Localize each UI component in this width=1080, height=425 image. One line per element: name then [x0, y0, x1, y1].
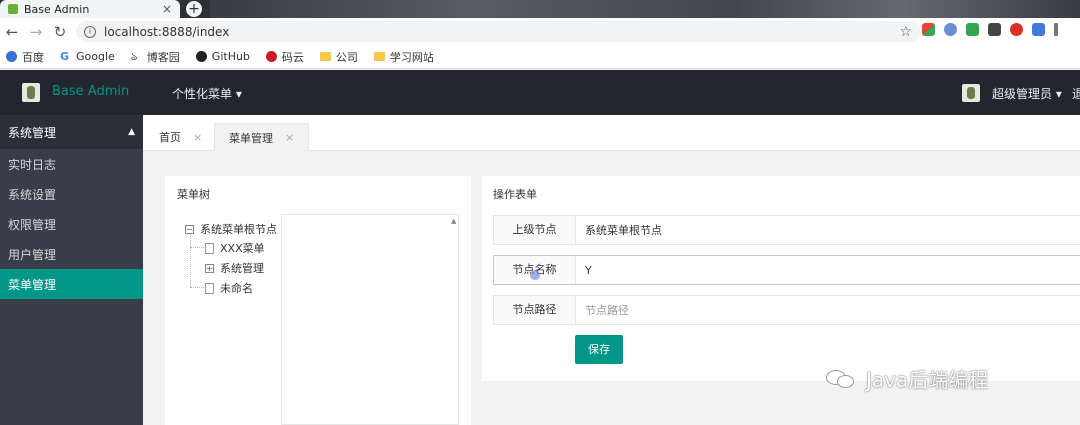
form-row-parent-node: 上级节点 — [493, 215, 1080, 245]
tree-node-root[interactable]: − 系统菜单根节点 — [185, 221, 277, 237]
bookmark-baidu[interactable]: 百度 — [6, 49, 44, 65]
close-icon[interactable]: × — [193, 131, 202, 144]
opera-icon[interactable] — [1010, 23, 1023, 36]
close-icon[interactable]: × — [285, 131, 294, 144]
scroll-up-icon[interactable]: ▲ — [451, 217, 456, 225]
url-text[interactable]: localhost:8888/index — [104, 25, 899, 39]
user-menu-dropdown[interactable]: 超级管理员 ▾ — [992, 85, 1062, 102]
bookmarks-bar: 百度 G Google ঌ 博客园 GitHub 码云 公司 学习网站 — [0, 45, 1080, 69]
node-path-label: 节点路径 — [494, 296, 576, 324]
address-bar[interactable]: i localhost:8888/index ☆ — [76, 21, 920, 42]
tab-home[interactable]: 首页 × — [145, 123, 216, 151]
bookmark-cnblogs[interactable]: ঌ 博客园 — [131, 49, 180, 65]
folder-icon — [319, 52, 331, 61]
tree-node-label[interactable]: 系统管理 — [220, 260, 264, 276]
extension-globe-icon[interactable] — [944, 23, 957, 36]
tab-home-label: 首页 — [159, 131, 181, 144]
save-button[interactable]: 保存 — [575, 335, 623, 364]
menu-tree-title: 菜单树 — [177, 188, 210, 201]
google-icon: G — [60, 50, 70, 63]
tree-node-label[interactable]: XXX菜单 — [220, 240, 265, 256]
form-row-node-name: 节点名称 — [493, 255, 1080, 285]
tabstrip-background — [210, 0, 1080, 18]
parent-node-field[interactable] — [585, 216, 1075, 244]
bookmark-star-icon[interactable]: ☆ — [899, 24, 912, 40]
tree-node-xxx[interactable]: XXX菜单 — [205, 240, 265, 256]
sidebar-item-menus[interactable]: 菜单管理 — [0, 269, 143, 299]
collapse-arrow-icon: ▲ — [128, 127, 135, 137]
bookmark-gitee[interactable]: 码云 — [265, 49, 304, 65]
extension-icons — [922, 23, 1058, 36]
bookmark-google[interactable]: G Google — [60, 50, 115, 63]
document-icon — [205, 282, 214, 294]
tree-node-unnamed[interactable]: 未命名 — [205, 280, 253, 296]
bookmark-folder-study[interactable]: 学习网站 — [373, 49, 434, 65]
browser-tab-title: Base Admin — [24, 2, 90, 16]
wechat-icon — [826, 368, 858, 390]
extension-multicolor-icon[interactable] — [922, 23, 935, 36]
new-tab-button[interactable]: + — [186, 1, 202, 17]
sidebar-group-label: 系统管理 — [8, 125, 57, 140]
reload-icon[interactable]: ↻ — [48, 23, 72, 41]
document-icon — [205, 242, 214, 254]
form-row-node-path: 节点路径 — [493, 295, 1080, 325]
bookmark-github[interactable]: GitHub — [195, 50, 250, 63]
tree-node-label[interactable]: 系统菜单根节点 — [200, 221, 277, 237]
extension-star-icon[interactable] — [1032, 23, 1045, 36]
tab-menu-label: 菜单管理 — [229, 131, 273, 145]
node-path-field[interactable] — [585, 296, 1075, 324]
app-title[interactable]: Base Admin — [52, 84, 129, 99]
extension-shield-icon[interactable] — [966, 23, 979, 36]
tree-connector — [190, 287, 204, 288]
logo-icon — [22, 83, 40, 102]
sidebar-item-users[interactable]: 用户管理 — [0, 239, 143, 269]
gitee-icon — [265, 51, 277, 62]
sidebar-item-permissions[interactable]: 权限管理 — [0, 209, 143, 239]
browser-tab[interactable]: Base Admin × — [0, 0, 180, 18]
forward-icon[interactable]: → — [24, 23, 48, 41]
tree-node-label[interactable]: 未命名 — [220, 280, 253, 296]
watermark-text: Java后端编程 — [866, 368, 989, 392]
browser-tabstrip: Base Admin × + — [0, 0, 1080, 18]
close-tab-icon[interactable]: × — [162, 2, 172, 16]
custom-menu-dropdown[interactable]: 个性化菜单 ▾ — [172, 85, 242, 102]
back-icon[interactable]: ← — [0, 23, 24, 41]
parent-node-label: 上级节点 — [494, 216, 576, 244]
tree-connector — [190, 233, 191, 287]
user-avatar[interactable] — [962, 84, 980, 102]
browser-menu-icon[interactable] — [1054, 23, 1058, 36]
github-icon — [195, 51, 207, 62]
sidebar: 系统管理 ▲ 实时日志 系统设置 权限管理 用户管理 菜单管理 — [0, 115, 143, 425]
folder-icon — [373, 52, 385, 61]
extension-grid-icon[interactable] — [988, 23, 1001, 36]
baidu-icon — [6, 51, 17, 62]
cnblogs-icon: ঌ — [130, 50, 138, 63]
collapse-toggle-icon[interactable]: − — [185, 224, 194, 234]
menu-tree-scroll-area[interactable] — [281, 214, 459, 425]
sidebar-group-system[interactable]: 系统管理 ▲ — [0, 115, 143, 149]
watermark: Java后端编程 — [826, 364, 988, 393]
tree-node-system[interactable]: + 系统管理 — [205, 260, 264, 276]
browser-toolbar: ← → ↻ i localhost:8888/index ☆ — [0, 18, 1080, 45]
page-tabs-bar: 首页 × 菜单管理 × — [143, 115, 1080, 151]
site-info-icon[interactable]: i — [84, 25, 96, 38]
leaf-favicon-icon — [8, 4, 18, 14]
sidebar-item-system-settings[interactable]: 系统设置 — [0, 179, 143, 209]
mouse-cursor-icon — [530, 270, 540, 280]
operation-form-title: 操作表单 — [493, 188, 537, 201]
expand-toggle-icon[interactable]: + — [205, 263, 214, 273]
sidebar-item-realtime-log[interactable]: 实时日志 — [0, 149, 143, 179]
bookmark-folder-company[interactable]: 公司 — [319, 49, 358, 65]
node-name-field[interactable] — [585, 256, 1075, 284]
tab-menu-management[interactable]: 菜单管理 × — [214, 123, 310, 151]
tree-connector — [190, 247, 204, 248]
app-header: Base Admin 个性化菜单 ▾ 超级管理员 ▾ 退 — [0, 70, 1080, 115]
logout-link[interactable]: 退 — [1072, 85, 1080, 102]
